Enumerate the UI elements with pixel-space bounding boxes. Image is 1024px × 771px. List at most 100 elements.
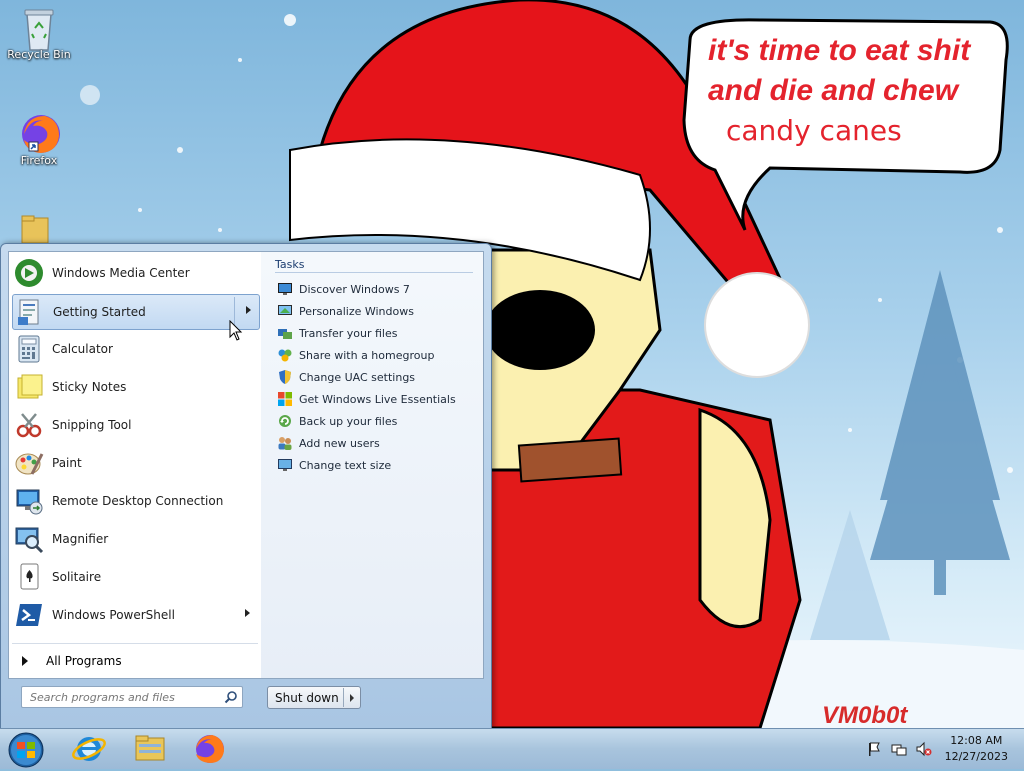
sticky-notes-icon bbox=[14, 372, 44, 402]
clock-time: 12:08 AM bbox=[950, 734, 1003, 747]
search-input[interactable] bbox=[28, 689, 218, 706]
users-icon bbox=[278, 437, 292, 450]
program-label: Paint bbox=[52, 456, 82, 470]
task-label: Back up your files bbox=[299, 414, 398, 428]
program-label: Solitaire bbox=[52, 570, 102, 584]
task-label: Change UAC settings bbox=[299, 370, 416, 384]
file-explorer-icon bbox=[135, 735, 165, 761]
powershell-icon bbox=[14, 600, 44, 630]
artist-signature: VM0b0t bbox=[822, 702, 908, 728]
program-label: Calculator bbox=[52, 342, 113, 356]
backup-icon bbox=[279, 415, 291, 427]
submenu-arrow-icon[interactable] bbox=[246, 306, 251, 314]
tasks-divider bbox=[275, 272, 473, 273]
program-windows-powershell[interactable]: Windows PowerShell bbox=[12, 598, 258, 632]
programs-pane: Windows Media Center Getting Started Cal… bbox=[8, 251, 262, 679]
program-getting-started[interactable]: Getting Started bbox=[12, 294, 260, 330]
firefox-icon bbox=[196, 735, 224, 763]
personalize-icon bbox=[278, 305, 292, 315]
shutdown-button[interactable]: Shut down bbox=[267, 686, 361, 709]
homegroup-icon bbox=[278, 349, 292, 362]
task-share-with-homegroup[interactable]: Share with a homegroup bbox=[277, 344, 434, 366]
shutdown-separator bbox=[343, 688, 344, 707]
task-label: Transfer your files bbox=[299, 326, 398, 340]
program-label: Snipping Tool bbox=[52, 418, 132, 432]
taskbar: 12:08 AM 12/27/2023 bbox=[0, 728, 1024, 769]
taskbar-file-explorer[interactable] bbox=[124, 732, 180, 766]
program-label: Getting Started bbox=[53, 305, 146, 319]
media-center-icon bbox=[14, 258, 44, 288]
mouse-cursor-icon bbox=[229, 320, 243, 341]
program-remote-desktop-connection[interactable]: Remote Desktop Connection bbox=[12, 484, 258, 518]
solitaire-icon bbox=[14, 562, 44, 592]
program-windows-media-center[interactable]: Windows Media Center bbox=[12, 256, 258, 290]
program-label: Windows Media Center bbox=[52, 266, 190, 280]
task-change-uac-settings[interactable]: Change UAC settings bbox=[277, 366, 415, 388]
taskbar-firefox[interactable] bbox=[184, 732, 240, 766]
desktop-icon-label: Firefox bbox=[20, 154, 58, 167]
start-orb-icon bbox=[8, 732, 44, 768]
display-icon bbox=[278, 459, 292, 471]
calculator-icon bbox=[14, 334, 44, 364]
shutdown-label: Shut down bbox=[275, 690, 339, 705]
program-label: Sticky Notes bbox=[52, 380, 127, 394]
task-label: Share with a homegroup bbox=[299, 348, 435, 362]
snipping-tool-icon bbox=[14, 410, 44, 440]
menu-divider bbox=[12, 643, 258, 644]
task-label: Personalize Windows bbox=[299, 304, 414, 318]
getting-started-icon bbox=[15, 297, 45, 327]
task-label: Discover Windows 7 bbox=[299, 282, 410, 296]
task-label: Add new users bbox=[299, 436, 380, 450]
program-snipping-tool[interactable]: Snipping Tool bbox=[12, 408, 258, 442]
folder-icon[interactable] bbox=[20, 214, 50, 244]
search-icon[interactable] bbox=[224, 690, 238, 704]
desktop-icon-firefox[interactable]: Firefox bbox=[4, 112, 74, 167]
task-transfer-your-files[interactable]: Transfer your files bbox=[277, 322, 397, 344]
program-calculator[interactable]: Calculator bbox=[12, 332, 258, 366]
task-change-text-size[interactable]: Change text size bbox=[277, 454, 391, 476]
submenu-arrow-icon[interactable] bbox=[245, 609, 250, 617]
monitor-icon bbox=[278, 283, 292, 295]
volume-muted-icon[interactable] bbox=[916, 741, 932, 757]
start-menu: Windows Media Center Getting Started Cal… bbox=[0, 243, 492, 730]
system-clock[interactable]: 12:08 AM 12/27/2023 bbox=[945, 733, 1008, 765]
tasks-heading: Tasks bbox=[275, 258, 305, 271]
program-magnifier[interactable]: Magnifier bbox=[12, 522, 258, 556]
program-label: Magnifier bbox=[52, 532, 109, 546]
recycle-bin-icon bbox=[19, 6, 59, 51]
shield-icon bbox=[279, 370, 291, 384]
program-label: Remote Desktop Connection bbox=[52, 494, 224, 508]
network-icon[interactable] bbox=[891, 741, 907, 757]
speech-line-3: candy canes bbox=[726, 114, 902, 147]
all-programs-arrow-icon bbox=[22, 656, 28, 666]
all-programs-label: All Programs bbox=[46, 654, 122, 668]
shutdown-options-arrow-icon[interactable] bbox=[350, 693, 354, 702]
all-programs-button[interactable]: All Programs bbox=[12, 649, 258, 673]
magnifier-icon bbox=[14, 524, 44, 554]
desktop-icon-recycle-bin[interactable]: Recycle Bin bbox=[4, 6, 74, 61]
remote-desktop-icon bbox=[14, 486, 44, 516]
program-paint[interactable]: Paint bbox=[12, 446, 258, 480]
transfer-icon bbox=[278, 329, 292, 339]
taskbar-internet-explorer[interactable] bbox=[64, 732, 120, 766]
task-label: Change text size bbox=[299, 458, 392, 472]
tasks-pane: Tasks Discover Windows 7 Personalize Win… bbox=[261, 251, 484, 679]
program-sticky-notes[interactable]: Sticky Notes bbox=[12, 370, 258, 404]
speech-line-1: it's time to eat shit bbox=[708, 34, 971, 67]
windows-logo-icon bbox=[278, 392, 292, 406]
task-add-new-users[interactable]: Add new users bbox=[277, 432, 380, 454]
program-label: Windows PowerShell bbox=[52, 608, 175, 622]
task-label: Get Windows Live Essentials bbox=[299, 392, 456, 406]
task-discover-windows-7[interactable]: Discover Windows 7 bbox=[277, 278, 410, 300]
desktop-icon-label: Recycle Bin bbox=[7, 48, 71, 61]
task-get-windows-live-essentials[interactable]: Get Windows Live Essentials bbox=[277, 388, 456, 410]
task-back-up-your-files[interactable]: Back up your files bbox=[277, 410, 397, 432]
firefox-icon bbox=[19, 112, 60, 153]
start-search-box[interactable] bbox=[21, 686, 243, 708]
task-personalize-windows[interactable]: Personalize Windows bbox=[277, 300, 414, 322]
program-solitaire[interactable]: Solitaire bbox=[12, 560, 258, 594]
internet-explorer-icon bbox=[72, 737, 106, 761]
action-center-flag-icon[interactable] bbox=[866, 741, 882, 757]
start-button[interactable] bbox=[2, 732, 58, 768]
speech-line-2: and die and chew bbox=[708, 74, 959, 107]
